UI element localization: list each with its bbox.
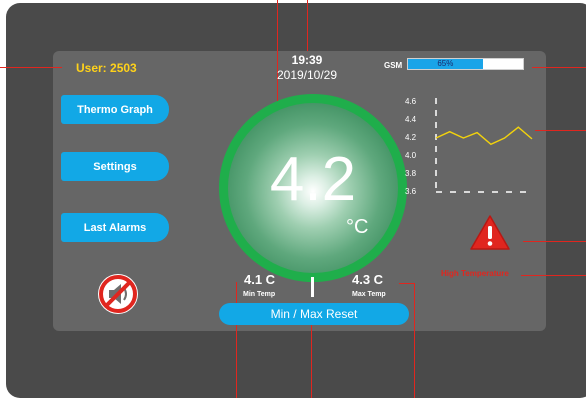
graph-y-tick: 4.2 [405, 133, 417, 142]
thermo-mini-graph[interactable] [430, 92, 540, 202]
warning-triangle-icon[interactable] [469, 214, 511, 252]
current-temperature: 4.2 [269, 145, 357, 214]
callout-line-max [414, 283, 415, 398]
speaker-muted-icon[interactable] [96, 272, 140, 316]
temperature-unit: °C [346, 216, 369, 238]
max-temp-value: 4.3 C [352, 272, 384, 287]
clock-time: 19:39 [291, 53, 323, 67]
callout-line-reset [311, 325, 312, 398]
callout-line-alarm-text [521, 275, 586, 276]
clock: 19:39 2019/10/29 [262, 52, 352, 83]
graph-y-tick: 4.0 [405, 151, 417, 160]
max-temp-label: Max Temp [352, 291, 386, 298]
last-alarms-button[interactable]: Last Alarms [61, 213, 169, 242]
graph-y-tick: 3.8 [405, 169, 417, 178]
callout-line-min [236, 282, 237, 398]
callout-line-max-h [399, 283, 414, 284]
alarm-status-text: High Temperature [441, 269, 509, 278]
min-max-reset-button[interactable]: Min / Max Reset [219, 303, 409, 325]
gsm-signal-bar: 65% [407, 58, 524, 70]
min-temp-label: Min Temp [243, 291, 276, 298]
clock-date: 2019/10/29 [276, 68, 338, 82]
callout-line-gsm [532, 67, 586, 68]
callout-line-graph [535, 130, 586, 131]
graph-y-tick: 4.4 [405, 115, 417, 124]
callout-line-clock [307, 0, 308, 51]
thermo-graph-button[interactable]: Thermo Graph [61, 95, 169, 124]
min-max-divider [311, 277, 314, 297]
callout-line-user [0, 67, 62, 68]
gsm-signal-fill: 65% [408, 59, 483, 69]
min-temp-value: 4.1 C [244, 272, 276, 287]
user-id-label: User: 2503 [76, 61, 137, 75]
graph-y-tick: 3.6 [405, 187, 417, 196]
settings-button[interactable]: Settings [61, 152, 169, 181]
graph-y-tick: 4.6 [405, 97, 417, 106]
callout-line-alarm-icon [523, 241, 586, 242]
graph-series-line [435, 126, 533, 146]
gsm-label: GSM [384, 61, 403, 70]
